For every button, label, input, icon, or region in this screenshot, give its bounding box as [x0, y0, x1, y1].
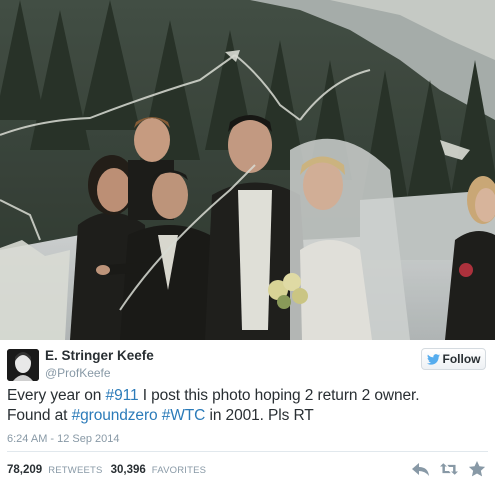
- tweet-text: Every year on #911 I post this photo hop…: [7, 386, 487, 426]
- hashtag-911[interactable]: #911: [106, 387, 139, 404]
- tweet-actions: [412, 461, 486, 477]
- tweet-card: E. Stringer Keefe @ProfKeefe Follow Ever…: [0, 340, 495, 485]
- user-handle[interactable]: @ProfKeefe: [45, 366, 111, 380]
- tweet-text-segment: Every year on: [7, 387, 106, 404]
- follow-label: Follow: [442, 352, 481, 366]
- avatar-image: [7, 349, 39, 381]
- retweet-label[interactable]: RETWEETS: [48, 465, 102, 476]
- user-display-name[interactable]: E. Stringer Keefe: [45, 348, 154, 363]
- tweet-photo[interactable]: [0, 0, 495, 340]
- tweet-line-1: Every year on #911 I post this photo hop…: [7, 386, 487, 406]
- hashtag-wtc[interactable]: #WTC: [162, 407, 206, 424]
- damaged-wedding-photo: [0, 0, 495, 340]
- favorite-icon[interactable]: [468, 461, 486, 477]
- favorite-label[interactable]: FAVORITES: [152, 465, 206, 476]
- tweet-text-segment: Found at: [7, 407, 72, 424]
- tweet-line-2: Found at #groundzero #WTC in 2001. Pls R…: [7, 406, 487, 426]
- divider: [7, 451, 488, 452]
- follow-button[interactable]: Follow: [421, 348, 486, 370]
- tweet-stats: 78,209 RETWEETS 30,396 FAVORITES: [7, 464, 208, 476]
- hashtag-groundzero[interactable]: #groundzero: [72, 407, 158, 424]
- user-avatar[interactable]: [7, 349, 39, 381]
- reply-icon[interactable]: [412, 461, 430, 477]
- favorite-count[interactable]: 30,396: [111, 464, 146, 476]
- tweet-text-segment: I post this photo hoping 2 return 2 owne…: [138, 387, 420, 404]
- twitter-bird-icon: [426, 353, 440, 365]
- tweet-timestamp[interactable]: 6:24 AM - 12 Sep 2014: [7, 433, 120, 445]
- retweet-icon[interactable]: [440, 461, 458, 477]
- retweet-count[interactable]: 78,209: [7, 464, 42, 476]
- tweet-text-segment: in 2001. Pls RT: [205, 407, 314, 424]
